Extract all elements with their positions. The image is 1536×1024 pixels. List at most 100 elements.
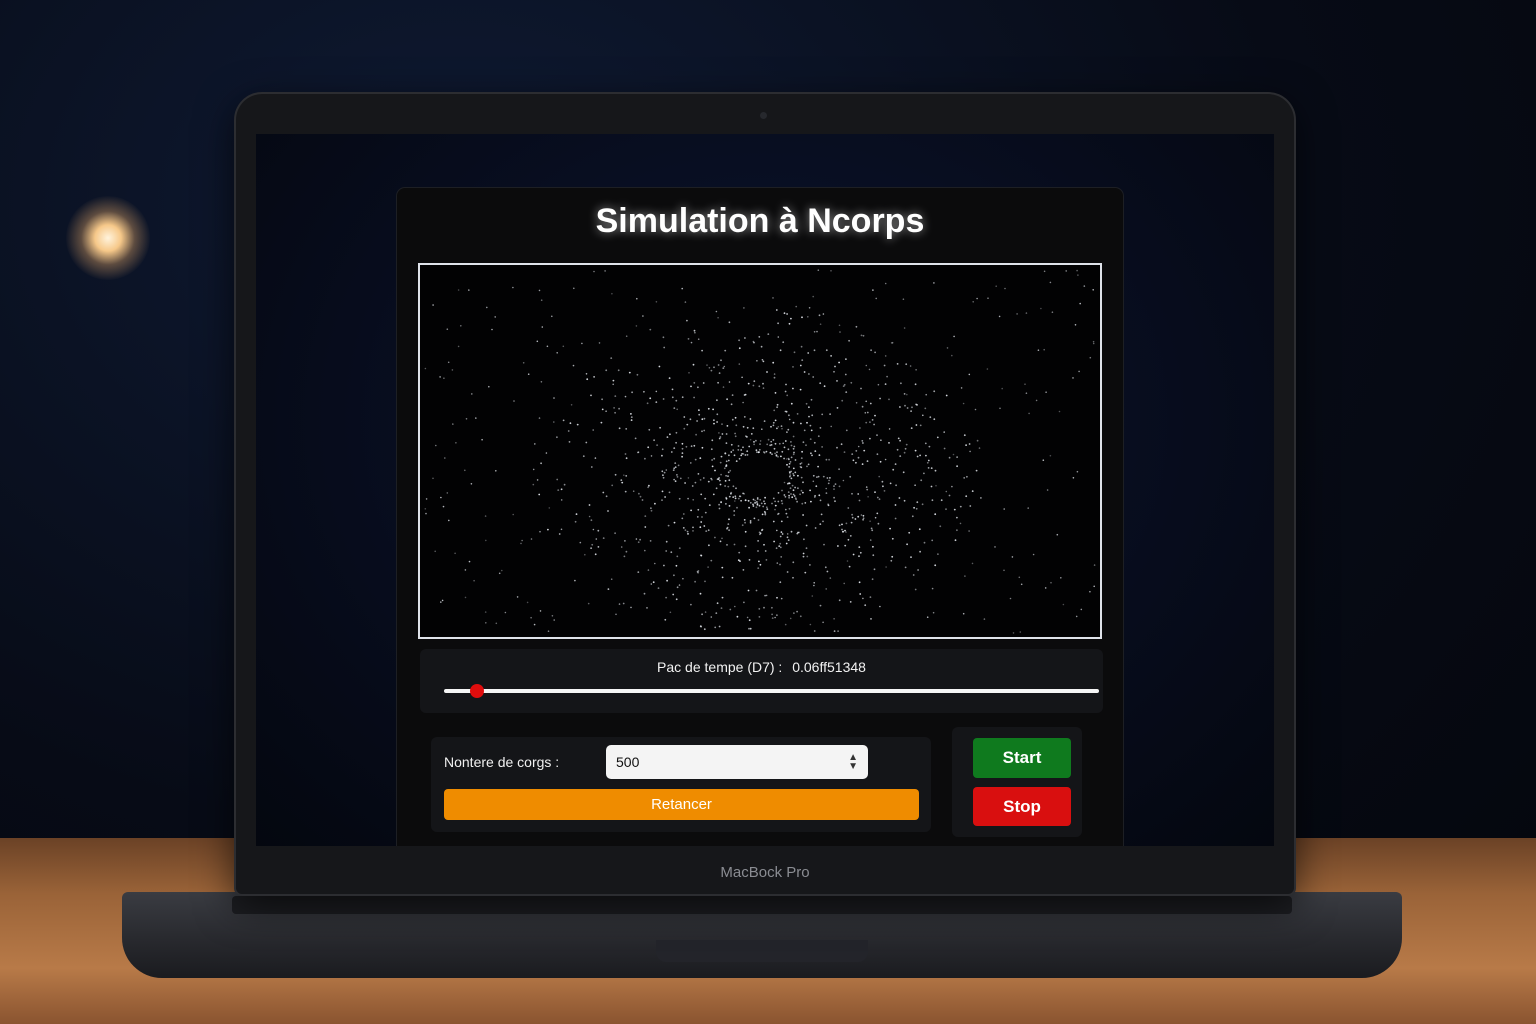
particle [743, 416, 746, 418]
particle [625, 335, 628, 337]
particle [562, 345, 565, 348]
particle [841, 523, 843, 526]
particle [746, 436, 748, 438]
particle [801, 359, 804, 361]
particle [717, 381, 719, 384]
particle [674, 480, 677, 483]
particle [655, 390, 658, 393]
particle [906, 407, 909, 409]
particle [592, 528, 595, 531]
particle [1092, 289, 1094, 291]
particle [823, 385, 826, 388]
particle [1077, 274, 1079, 276]
particle [1001, 387, 1003, 390]
timestep-slider-track[interactable] [444, 689, 1099, 693]
particle [710, 369, 713, 372]
particle [833, 496, 835, 499]
bodies-count-input[interactable]: 500 ▲ ▼ [606, 745, 868, 779]
webcam-icon [760, 112, 767, 119]
particle [860, 514, 863, 516]
particle [630, 416, 633, 418]
particle [649, 397, 652, 400]
particle [815, 485, 818, 488]
particle [777, 512, 780, 515]
start-button[interactable]: Start [973, 738, 1071, 778]
particle [604, 270, 606, 272]
particle [865, 486, 868, 488]
particle [664, 618, 667, 621]
particle [661, 454, 663, 457]
particle [720, 607, 723, 609]
particle [618, 407, 620, 410]
particle [857, 493, 860, 495]
particle [728, 381, 731, 383]
particle [713, 419, 715, 422]
particle [672, 469, 675, 471]
particle [759, 563, 762, 566]
particle [826, 570, 829, 573]
particle [614, 473, 617, 476]
bodies-panel: Nontere de corgs : 500 ▲ ▼ Retancer [431, 737, 931, 832]
particle [558, 533, 561, 535]
particle [681, 447, 684, 450]
particle [734, 500, 736, 502]
particle [701, 446, 704, 449]
particle [845, 531, 847, 533]
particle [643, 592, 646, 595]
particle [833, 485, 835, 487]
particle [968, 530, 970, 532]
particle [772, 297, 774, 299]
particle [778, 442, 781, 445]
particle [910, 556, 912, 558]
particle [1035, 399, 1038, 402]
particle [843, 451, 846, 453]
particle [798, 531, 800, 534]
particle [753, 443, 755, 446]
particle [612, 379, 615, 382]
particle [671, 396, 674, 399]
particle [800, 476, 803, 479]
simulation-canvas[interactable] [418, 263, 1102, 639]
particle [562, 419, 565, 422]
particle [929, 416, 932, 419]
particle [673, 407, 676, 409]
particle [1043, 348, 1045, 351]
stepper-arrows-icon[interactable]: ▲ ▼ [848, 753, 858, 772]
particle [734, 605, 736, 608]
particle [662, 336, 665, 339]
stop-button[interactable]: Stop [973, 787, 1071, 826]
particle [681, 396, 684, 399]
particle [774, 452, 776, 455]
particle [727, 475, 729, 478]
particle [876, 496, 879, 499]
particle [828, 458, 830, 461]
particle [972, 301, 974, 303]
particle [983, 618, 986, 620]
particle [781, 502, 784, 505]
particle [548, 507, 551, 509]
particle [756, 497, 759, 499]
particle [945, 490, 948, 493]
particle [896, 448, 899, 451]
particle [784, 440, 787, 442]
particle [772, 361, 775, 364]
particle [725, 433, 728, 435]
particle [792, 366, 794, 368]
restart-button[interactable]: Retancer [444, 789, 919, 820]
particle [899, 406, 901, 408]
timestep-slider-thumb[interactable] [469, 684, 484, 698]
particle [1042, 459, 1045, 461]
particle [756, 503, 759, 505]
particle [829, 477, 831, 479]
particle [785, 508, 787, 511]
particle [581, 342, 583, 345]
particle [819, 427, 822, 429]
particle [782, 341, 785, 344]
particle [765, 594, 768, 597]
particle [780, 520, 783, 523]
particle [904, 566, 907, 569]
particle [906, 393, 908, 396]
particle [735, 487, 737, 490]
particle [717, 316, 719, 319]
particle [720, 359, 722, 362]
